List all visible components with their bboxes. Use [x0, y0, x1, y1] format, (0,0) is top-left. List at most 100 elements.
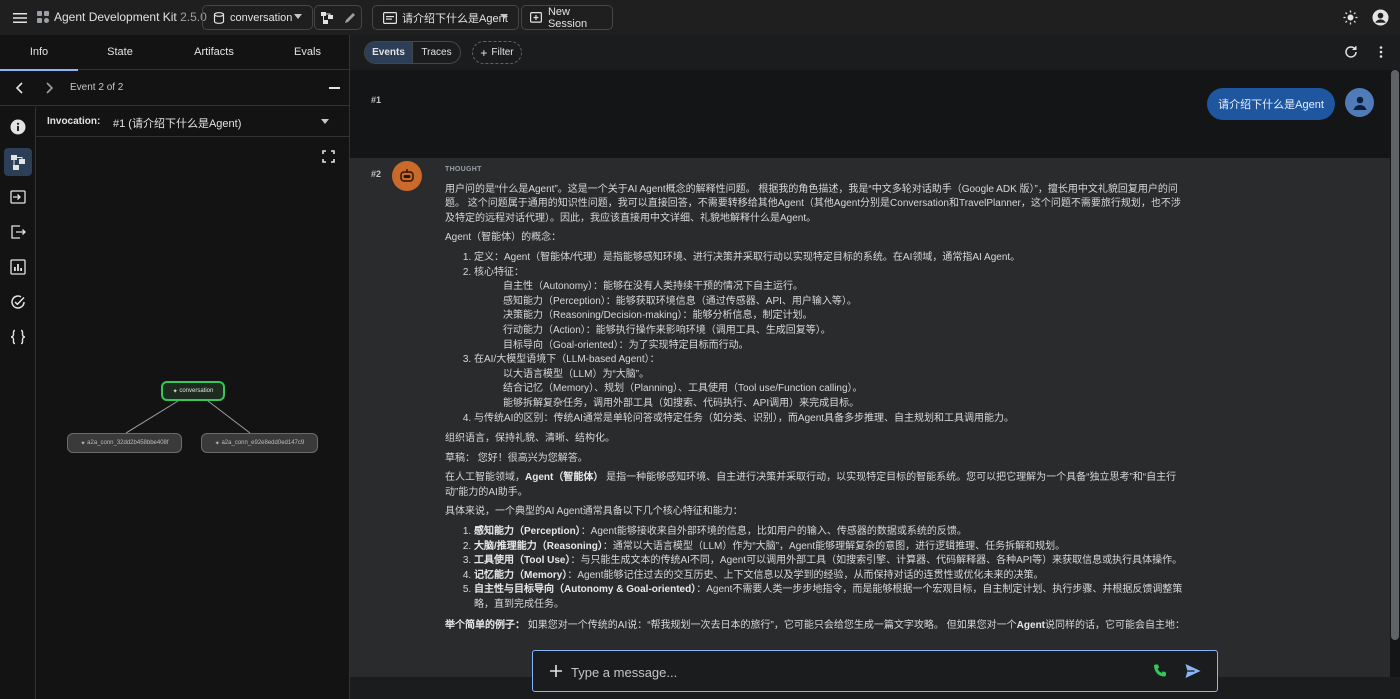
- tab-evals[interactable]: Evals: [265, 35, 350, 70]
- graph-edges: [125, 400, 251, 434]
- theme-toggle-icon[interactable]: [1343, 10, 1358, 25]
- request-nav-button[interactable]: [4, 183, 32, 211]
- invocation-select[interactable]: Invocation: #1 (请介绍下什么是Agent): [36, 107, 350, 137]
- list-item: 工具使用（Tool Use）：与只能生成文本的传统AI不同，Agent可以调用外…: [474, 554, 1185, 569]
- bot-message: THOUGHT 用户问的是“什么是Agent”。这是一个关于AI Agent概念…: [445, 163, 1185, 638]
- collapse-icon[interactable]: [329, 87, 340, 89]
- chevron-down-icon: [294, 14, 302, 19]
- traces-toggle[interactable]: Traces: [413, 42, 460, 63]
- list-item: 大脑/推理能力（Reasoning）：通常以大语言模型（LLM）作为“大脑”，A…: [474, 540, 1185, 555]
- scrollbar-thumb[interactable]: [1391, 70, 1399, 640]
- thought-paragraph: 草稿： 您好！很高兴为您解答。: [445, 452, 588, 464]
- graph-nav-button[interactable]: [4, 148, 32, 176]
- send-icon[interactable]: [1184, 662, 1202, 680]
- plus-icon: +: [480, 45, 488, 60]
- chevron-down-icon: [321, 119, 329, 124]
- event-navigator: Event 2 of 2: [0, 71, 350, 106]
- list-item: 能够拆解复杂任务，调用外部工具（如搜索、代码执行、API调用）来完成目标。: [503, 397, 860, 409]
- thought-paragraph: 用户问的是“什么是Agent”。这是一个关于AI Agent概念的解释性问题。 …: [445, 183, 1181, 224]
- graph-node-root-label: conversation: [179, 388, 214, 394]
- list-item: 决策能力（Reasoning/Decision-making）：能够分析信息，制…: [503, 310, 813, 322]
- bot-avatar: [392, 161, 422, 191]
- new-session-label: New Session: [547, 5, 588, 30]
- view-toggle: Events Traces: [364, 41, 461, 64]
- invocation-value: #1 (请介绍下什么是Agent): [113, 118, 242, 130]
- list-item: 结合记忆（Memory）、规划（Planning）、工具使用（Tool use/…: [503, 383, 863, 395]
- refresh-icon[interactable]: [1344, 45, 1358, 59]
- session-select[interactable]: 请介绍下什么是Agent: [372, 5, 519, 30]
- chat-session-icon: [383, 11, 397, 24]
- info-nav-button[interactable]: [4, 113, 32, 141]
- feature-text: ：与只能生成文本的传统AI不同，Agent可以调用外部工具（如搜索引擎、计算器、…: [570, 555, 1183, 567]
- scrollbar[interactable]: [1390, 70, 1400, 677]
- response-nav-button[interactable]: [4, 218, 32, 246]
- person-icon: [1353, 96, 1366, 110]
- new-session-button[interactable]: New Session: [521, 5, 613, 30]
- filter-button[interactable]: + Filter: [472, 41, 522, 64]
- answer-paragraph: 具体来说，一个典型的AI Agent通常具备以下几个核心特征和能力：: [445, 506, 743, 518]
- message-input[interactable]: [571, 662, 1131, 682]
- thought-paragraph: 组织语言，保持礼貌、清晰、结构化。: [445, 433, 615, 445]
- feature-text: ：Agent能够记住过去的交互历史、上下文信息以及学到的经验，从而保持对话的连贯…: [567, 569, 1044, 581]
- braces-icon: [10, 329, 26, 345]
- add-attachment-icon[interactable]: [549, 664, 563, 678]
- message-index: #1: [371, 95, 382, 105]
- feature-title: 大脑/推理能力（Reasoning）: [474, 540, 603, 552]
- graph-node-child[interactable]: ✦ a2a_conn_32dd2b458bbe408f: [67, 433, 182, 453]
- message-input-bar: [532, 650, 1218, 692]
- filter-label: Filter: [491, 47, 514, 58]
- graph-node-child-label: a2a_conn_32dd2b458bbe408f: [87, 440, 169, 446]
- agent-graph: ✦ conversation ✦ a2a_conn_32dd2b458bbe40…: [36, 138, 350, 699]
- list-item: 自主性（Autonomy）：能够在没有人类持续干预的情况下自主运行。: [503, 281, 804, 293]
- metrics-nav-button[interactable]: [4, 253, 32, 281]
- agent-select[interactable]: conversation: [202, 5, 313, 30]
- graph-node-root[interactable]: ✦ conversation: [161, 381, 225, 401]
- list-item: 自主性与目标导向（Autonomy & Goal-oriented）：Agent…: [474, 583, 1185, 612]
- adk-logo-icon: [37, 11, 49, 23]
- message-row[interactable]: #2 THOUGHT 用户问的是“什么是Agent”。这是一个关于AI Agen…: [350, 158, 1390, 677]
- feature-text: ：Agent能够接收来自外部环境的信息，比如用户的输入、传感器的数据或系统的反馈…: [580, 526, 967, 538]
- eval-nav-button[interactable]: [4, 288, 32, 316]
- menu-icon[interactable]: [12, 10, 28, 26]
- left-panel: Info State Artifacts Evals Event 2 of 2: [0, 35, 350, 699]
- tab-artifacts[interactable]: Artifacts: [172, 35, 256, 70]
- answer-paragraph: 举个简单的例子： 如果您对一个传统的AI说：“帮我规划一次去日本的旅行”，它可能…: [445, 619, 1185, 634]
- edit-icon[interactable]: [344, 12, 356, 24]
- feature-title: 自主性与目标导向（Autonomy & Goal-oriented）: [474, 584, 697, 596]
- side-nav: [0, 107, 36, 699]
- feature-list: 感知能力（Perception）：Agent能够接收来自外部环境的信息，比如用户…: [445, 525, 1185, 613]
- events-toggle[interactable]: Events: [365, 42, 413, 63]
- concept-list: 定义：Agent（智能体/代理）是指能够感知环境、进行决策并采取行动以实现特定目…: [445, 251, 1185, 426]
- list-item: 在AI/大模型语境下（LLM-based Agent）： 以大语言模型（LLM）…: [474, 353, 1185, 411]
- user-avatar: [1345, 88, 1374, 117]
- thought-paragraph: Agent（智能体）的概念：: [445, 232, 562, 244]
- message-row[interactable]: #1 请介绍下什么是Agent: [350, 70, 1390, 158]
- input-icon: [10, 190, 26, 204]
- tab-info[interactable]: Info: [0, 35, 78, 71]
- tab-state[interactable]: State: [80, 35, 160, 70]
- robot-icon: [400, 169, 414, 182]
- invocation-label: Invocation:: [47, 116, 101, 127]
- account-icon[interactable]: [1372, 9, 1389, 26]
- list-item: 与传统AI的区别：传统AI通常是单轮问答或特定任务（如分类、识别），而Agent…: [474, 412, 1185, 427]
- chevron-right-icon[interactable]: [43, 82, 55, 94]
- list-item: 定义：Agent（智能体/代理）是指能够感知环境、进行决策并采取行动以实现特定目…: [474, 251, 1185, 266]
- graph-view-icon[interactable]: [321, 12, 333, 24]
- graph-node-child[interactable]: ✦ a2a_conn_e92e8edd0ed147c9: [201, 433, 318, 453]
- more-vert-icon[interactable]: [1374, 45, 1388, 59]
- left-tabs: Info State Artifacts Evals: [0, 35, 350, 71]
- thought-label: THOUGHT: [445, 166, 482, 173]
- bold-span: Agent（智能体）: [525, 472, 604, 484]
- feature-text: ：通常以大语言模型（LLM）作为“大脑”，Agent能够理解复杂的意图，进行逻辑…: [602, 540, 1066, 552]
- info-icon: [10, 119, 26, 135]
- json-nav-button[interactable]: [4, 323, 32, 351]
- list-item: 感知能力（Perception）：能够获取环境信息（通过传感器、API、用户输入…: [503, 295, 857, 307]
- list-item: 感知能力（Perception）：Agent能够接收来自外部环境的信息，比如用户…: [474, 525, 1185, 540]
- feature-title: 工具使用（Tool Use）: [474, 555, 571, 567]
- text-span: 在人工智能领域，: [445, 472, 525, 484]
- chevron-down-icon: [500, 14, 508, 19]
- phone-icon[interactable]: [1152, 663, 1168, 679]
- chevron-left-icon[interactable]: [14, 82, 26, 94]
- list-item: 记忆能力（Memory）：Agent能够记住过去的交互历史、上下文信息以及学到的…: [474, 569, 1185, 584]
- top-bar: Agent Development Kit 2.5.0 conversation…: [0, 0, 1400, 35]
